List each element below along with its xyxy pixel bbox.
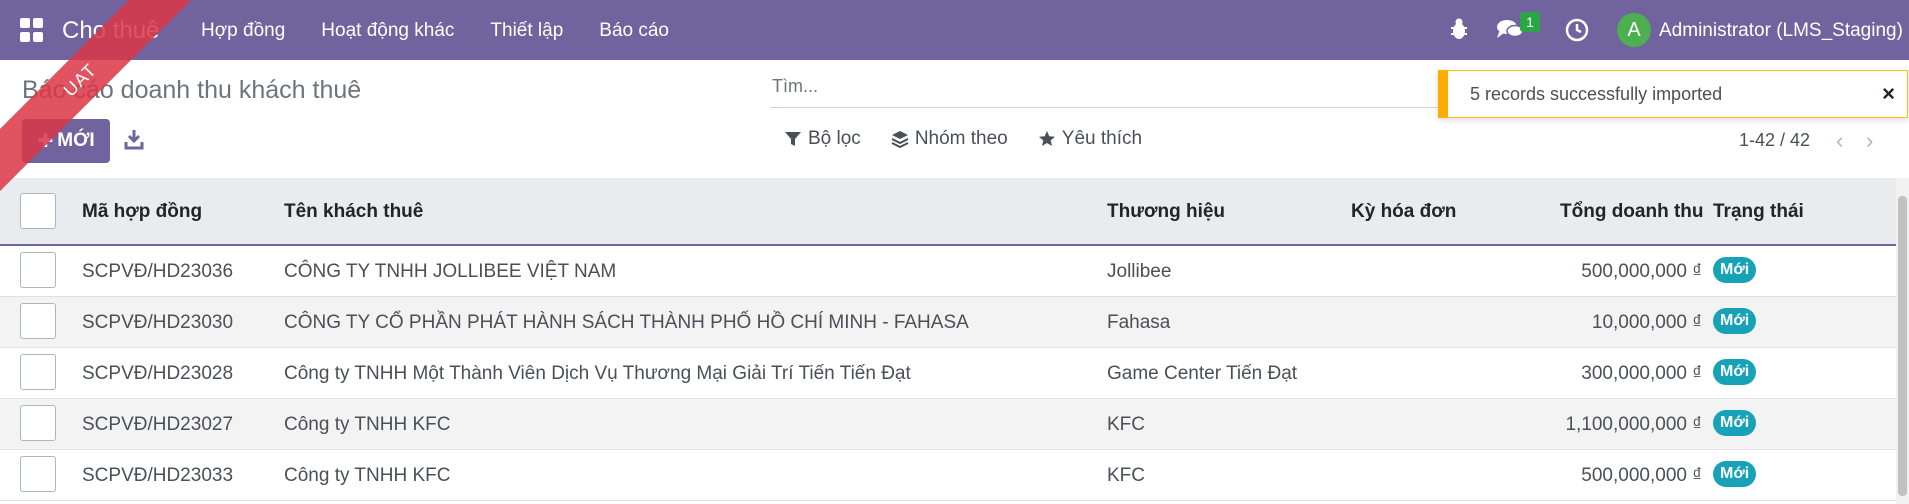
column-header-brand[interactable]: Thương hiệu — [1107, 201, 1225, 223]
column-header-contract-code[interactable]: Mã hợp đồng — [82, 201, 202, 223]
table-row[interactable]: SCPVĐ/HD23033 Công ty TNHH KFC KFC 500,0… — [0, 450, 1896, 501]
select-all-checkbox[interactable] — [20, 193, 56, 229]
search-filters: Bộ lọc Nhóm theo Yêu thích — [784, 128, 1142, 150]
cell-contract-code: SCPVĐ/HD23027 — [82, 414, 234, 435]
star-icon — [1038, 131, 1055, 146]
table-row[interactable]: SCPVĐ/HD23027 Công ty TNHH KFC KFC 1,100… — [0, 399, 1896, 450]
chat-count-badge: 1 — [1520, 12, 1540, 32]
cell-tenant-name: CÔNG TY TNHH JOLLIBEE VIỆT NAM — [284, 261, 617, 282]
cell-brand: KFC — [1107, 465, 1145, 486]
main-menu: Hợp đồng Hoạt động khác Thiết lập Báo cá… — [201, 20, 669, 42]
vertical-scrollbar[interactable] — [1896, 178, 1909, 504]
search-input[interactable]: Tìm... — [770, 70, 1470, 108]
new-button-label: MỚI — [57, 130, 95, 151]
filter-button[interactable]: Bộ lọc — [784, 128, 861, 150]
page-title: Báo cáo doanh thu khách thuê — [22, 76, 362, 104]
cell-total-revenue: 300,000,000 ₫ — [1581, 363, 1702, 384]
cell-tenant-name: Công ty TNHH Một Thành Viên Dịch Vụ Thươ… — [284, 363, 911, 384]
pager-value[interactable]: 1-42 / 42 — [1739, 130, 1810, 151]
menu-item-other-activities[interactable]: Hoạt động khác — [321, 20, 454, 42]
cell-contract-code: SCPVĐ/HD23036 — [82, 261, 234, 282]
status-badge: Mới — [1713, 359, 1757, 385]
row-checkbox[interactable] — [20, 354, 56, 390]
column-header-total-revenue[interactable]: Tổng doanh thu — [1560, 201, 1704, 223]
table-header: Mã hợp đồng Tên khách thuê Thương hiệu K… — [0, 178, 1896, 246]
filter-icon — [785, 132, 801, 146]
debug-bug-icon[interactable] — [1450, 18, 1468, 40]
row-checkbox[interactable] — [20, 303, 56, 339]
app-brand[interactable]: Cho thuê — [62, 17, 159, 45]
cell-tenant-name: CÔNG TY CỔ PHẦN PHÁT HÀNH SÁCH THÀNH PHỐ… — [284, 312, 969, 333]
cell-contract-code: SCPVĐ/HD23030 — [82, 312, 234, 333]
apps-menu-icon[interactable] — [20, 18, 44, 42]
download-icon[interactable] — [124, 128, 144, 150]
table-row[interactable]: SCPVĐ/HD23030 CÔNG TY CỔ PHẦN PHÁT HÀNH … — [0, 297, 1896, 348]
favorites-label: Yêu thích — [1061, 128, 1143, 149]
row-checkbox[interactable] — [20, 252, 56, 288]
table-row[interactable]: SCPVĐ/HD23028 Công ty TNHH Một Thành Viê… — [0, 348, 1896, 399]
cell-brand: Fahasa — [1107, 312, 1171, 333]
status-badge: Mới — [1713, 308, 1757, 334]
group-by-button[interactable]: Nhóm theo — [891, 128, 1008, 150]
toast-message: 5 records successfully imported — [1470, 84, 1723, 104]
menu-item-reports[interactable]: Báo cáo — [599, 20, 669, 42]
table-row[interactable]: SCPVĐ/HD23036 CÔNG TY TNHH JOLLIBEE VIỆT… — [0, 246, 1896, 297]
scrollbar-thumb[interactable] — [1898, 196, 1907, 496]
filter-label: Bộ lọc — [808, 128, 861, 149]
group-by-label: Nhóm theo — [914, 128, 1008, 149]
column-header-status[interactable]: Trạng thái — [1713, 201, 1804, 223]
row-checkbox[interactable] — [20, 405, 56, 441]
status-badge: Mới — [1713, 257, 1757, 283]
status-badge: Mới — [1713, 461, 1757, 487]
row-checkbox[interactable] — [20, 456, 56, 492]
menu-item-settings[interactable]: Thiết lập — [490, 20, 563, 42]
cell-total-revenue: 10,000,000 ₫ — [1591, 312, 1702, 333]
cell-brand: KFC — [1107, 414, 1145, 435]
top-navbar: Cho thuê Hợp đồng Hoạt động khác Thiết l… — [0, 0, 1909, 60]
notification-toast: 5 records successfully imported × — [1438, 70, 1908, 118]
layers-icon — [891, 131, 909, 148]
pager-previous-icon[interactable]: ‹ — [1836, 128, 1843, 154]
cell-brand: Game Center Tiến Đạt — [1107, 363, 1298, 384]
cell-contract-code: SCPVĐ/HD23028 — [82, 363, 234, 384]
menu-item-contracts[interactable]: Hợp đồng — [201, 20, 285, 42]
cell-brand: Jollibee — [1107, 261, 1172, 282]
activity-clock-icon[interactable] — [1565, 18, 1589, 42]
user-name[interactable]: Administrator (LMS_Staging) — [1659, 20, 1903, 42]
list-table: Mã hợp đồng Tên khách thuê Thương hiệu K… — [0, 178, 1896, 501]
cell-total-revenue: 1,100,000,000 ₫ — [1565, 414, 1702, 435]
column-header-tenant-name[interactable]: Tên khách thuê — [284, 201, 423, 223]
cell-tenant-name: Công ty TNHH KFC — [284, 414, 451, 435]
close-icon[interactable]: × — [1882, 81, 1895, 107]
column-header-invoice-period[interactable]: Kỳ hóa đơn — [1351, 201, 1456, 223]
cell-contract-code: SCPVĐ/HD23033 — [82, 465, 234, 486]
cell-total-revenue: 500,000,000 ₫ — [1581, 465, 1702, 486]
cell-total-revenue: 500,000,000 ₫ — [1581, 261, 1702, 282]
plus-icon: ✚ — [37, 130, 54, 152]
pager-next-icon[interactable]: › — [1866, 128, 1873, 154]
status-badge: Mới — [1713, 410, 1757, 436]
cell-tenant-name: Công ty TNHH KFC — [284, 465, 451, 486]
user-avatar[interactable]: A — [1617, 13, 1651, 47]
new-button[interactable]: ✚ MỚI — [22, 119, 110, 163]
favorites-button[interactable]: Yêu thích — [1038, 128, 1142, 150]
